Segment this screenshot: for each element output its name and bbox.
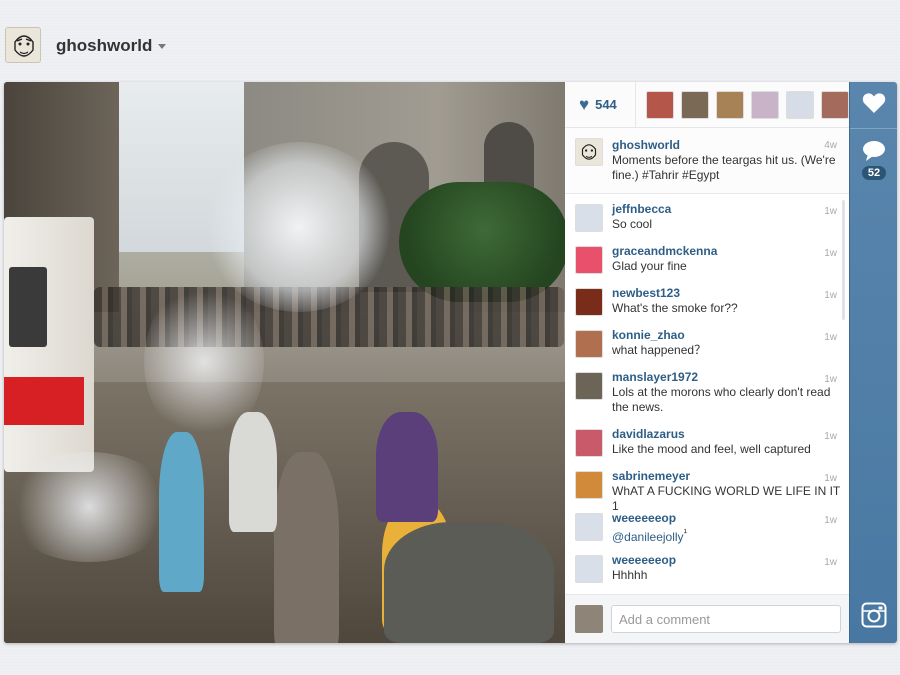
comment-row: jeffnbecca So cool 1w	[565, 194, 849, 236]
comment-avatar[interactable]	[575, 471, 603, 499]
caption-avatar[interactable]	[575, 138, 603, 166]
comment-row: newbest123 What's the smoke for?? 1w	[565, 278, 849, 320]
comment-time: 1w	[824, 374, 837, 385]
comments-list: ghoshworld Moments before the teargas hi…	[565, 128, 849, 594]
comment-avatar[interactable]	[575, 246, 603, 274]
comment-input[interactable]	[611, 605, 841, 633]
comment-row: graceandmckenna Glad your fine 1w	[565, 236, 849, 278]
comments-scrollbar[interactable]	[842, 200, 845, 320]
liker-avatar[interactable]	[646, 90, 674, 119]
likes-bar: ♥ 544	[565, 82, 849, 128]
comment-time: 1w	[824, 515, 837, 526]
liker-avatar[interactable]	[786, 90, 814, 119]
comment-mention[interactable]: @danileejolly	[612, 530, 684, 544]
comment-time: 1w	[824, 206, 837, 217]
photo-person	[274, 452, 339, 643]
profile-sketch-icon	[581, 144, 597, 160]
comment-box	[565, 594, 849, 643]
post-photo[interactable]	[4, 82, 565, 643]
comment-time: 1w	[824, 332, 837, 343]
comment-row: konnie_zhao what happened？ 1w	[565, 320, 849, 362]
like-button[interactable]	[850, 92, 897, 128]
profile-header: ghoshworld	[0, 0, 900, 84]
comment-row: davidlazarus Like the mood and feel, well…	[565, 419, 849, 461]
speech-bubble-icon	[863, 141, 885, 161]
current-user-avatar	[575, 605, 603, 633]
comment-avatar[interactable]	[575, 429, 603, 457]
comment-username[interactable]: newbest123	[612, 286, 841, 300]
instagram-button[interactable]	[850, 602, 897, 634]
comment-row: manslayer1972 Lols at the morons who clea…	[565, 362, 849, 419]
comment-username[interactable]: manslayer1972	[612, 370, 841, 384]
comment-avatar[interactable]	[575, 288, 603, 316]
photo-tree	[399, 182, 565, 302]
comment-username[interactable]: sabrinemeyer	[612, 469, 841, 483]
comment-row: sabrinemeyer WhAT A FUCKING WORLD WE LIFE…	[565, 461, 849, 513]
comment-username[interactable]: konnie_zhao	[612, 328, 841, 342]
comment-text: What's the smoke for??	[612, 301, 738, 315]
comment-row: weeeeeeop @danileejolly¹ 1w	[565, 503, 849, 545]
comment-username[interactable]: weeeeeeop	[612, 553, 841, 567]
username-label: ghoshworld	[56, 36, 153, 55]
photo-person	[384, 522, 554, 643]
comment-text: @danileejolly¹	[612, 526, 841, 545]
liker-avatar[interactable]	[716, 90, 744, 119]
comment-avatar[interactable]	[575, 372, 603, 400]
username-dropdown[interactable]: ghoshworld	[56, 36, 167, 56]
caption-time: 4w	[824, 140, 837, 151]
rail-divider	[850, 128, 897, 129]
comment-avatar[interactable]	[575, 330, 603, 358]
comment-avatar[interactable]	[575, 204, 603, 232]
profile-sketch-icon	[6, 28, 40, 62]
comment-username[interactable]: jeffnbecca	[612, 202, 841, 216]
heart-icon	[862, 93, 886, 113]
caption: ghoshworld Moments before the teargas hi…	[565, 128, 849, 194]
caption-text: Moments before the teargas hit us. (We'r…	[612, 153, 836, 182]
photo-ambulance-stripe	[4, 377, 84, 425]
comment-username[interactable]: graceandmckenna	[612, 244, 841, 258]
comment-row: weeeeeeop Hhhhh 1w	[565, 545, 849, 587]
profile-avatar[interactable]	[5, 27, 41, 63]
photo-smoke	[204, 142, 394, 312]
likers-list	[635, 82, 849, 128]
comment-text: So cool	[612, 217, 653, 231]
comment-time: 1w	[824, 290, 837, 301]
photo-smoke	[4, 452, 174, 562]
comment-text-suffix: ¹	[683, 528, 687, 539]
post-card: ♥ 544 ghoshworld Moments before the tear…	[4, 82, 897, 643]
comment-time: 1w	[824, 248, 837, 259]
liker-avatar[interactable]	[751, 90, 779, 119]
photo-person	[229, 412, 277, 532]
instagram-camera-icon	[861, 602, 887, 628]
chevron-down-icon	[158, 43, 167, 49]
comment-time: 1w	[824, 431, 837, 442]
likes-count[interactable]: ♥ 544	[565, 96, 635, 113]
likes-count-value: 544	[595, 97, 617, 112]
liker-avatar[interactable]	[681, 90, 709, 119]
comment-text: Hhhhh	[612, 568, 648, 582]
comment-time: 1w	[824, 557, 837, 568]
comment-text: Glad your fine	[612, 259, 687, 273]
comment-text: what happened？	[612, 343, 707, 357]
photo-ambulance-window	[9, 267, 47, 347]
comment-avatar[interactable]	[575, 513, 603, 541]
comment-text: Lols at the morons who clearly don't rea…	[612, 385, 831, 414]
photo-person	[376, 412, 438, 522]
comment-avatar[interactable]	[575, 555, 603, 583]
action-rail: 52	[849, 82, 897, 643]
comment-time: 1w	[824, 473, 837, 484]
heart-icon: ♥	[579, 95, 590, 114]
caption-username[interactable]: ghoshworld	[612, 138, 841, 152]
comment-button[interactable]: 52	[850, 140, 897, 190]
comment-username[interactable]: davidlazarus	[612, 427, 841, 441]
liker-avatar[interactable]	[821, 90, 849, 119]
comment-username[interactable]: weeeeeeop	[612, 511, 841, 525]
comments-count-badge: 52	[861, 166, 887, 180]
comment-text: Like the mood and feel, well captured	[612, 442, 811, 456]
